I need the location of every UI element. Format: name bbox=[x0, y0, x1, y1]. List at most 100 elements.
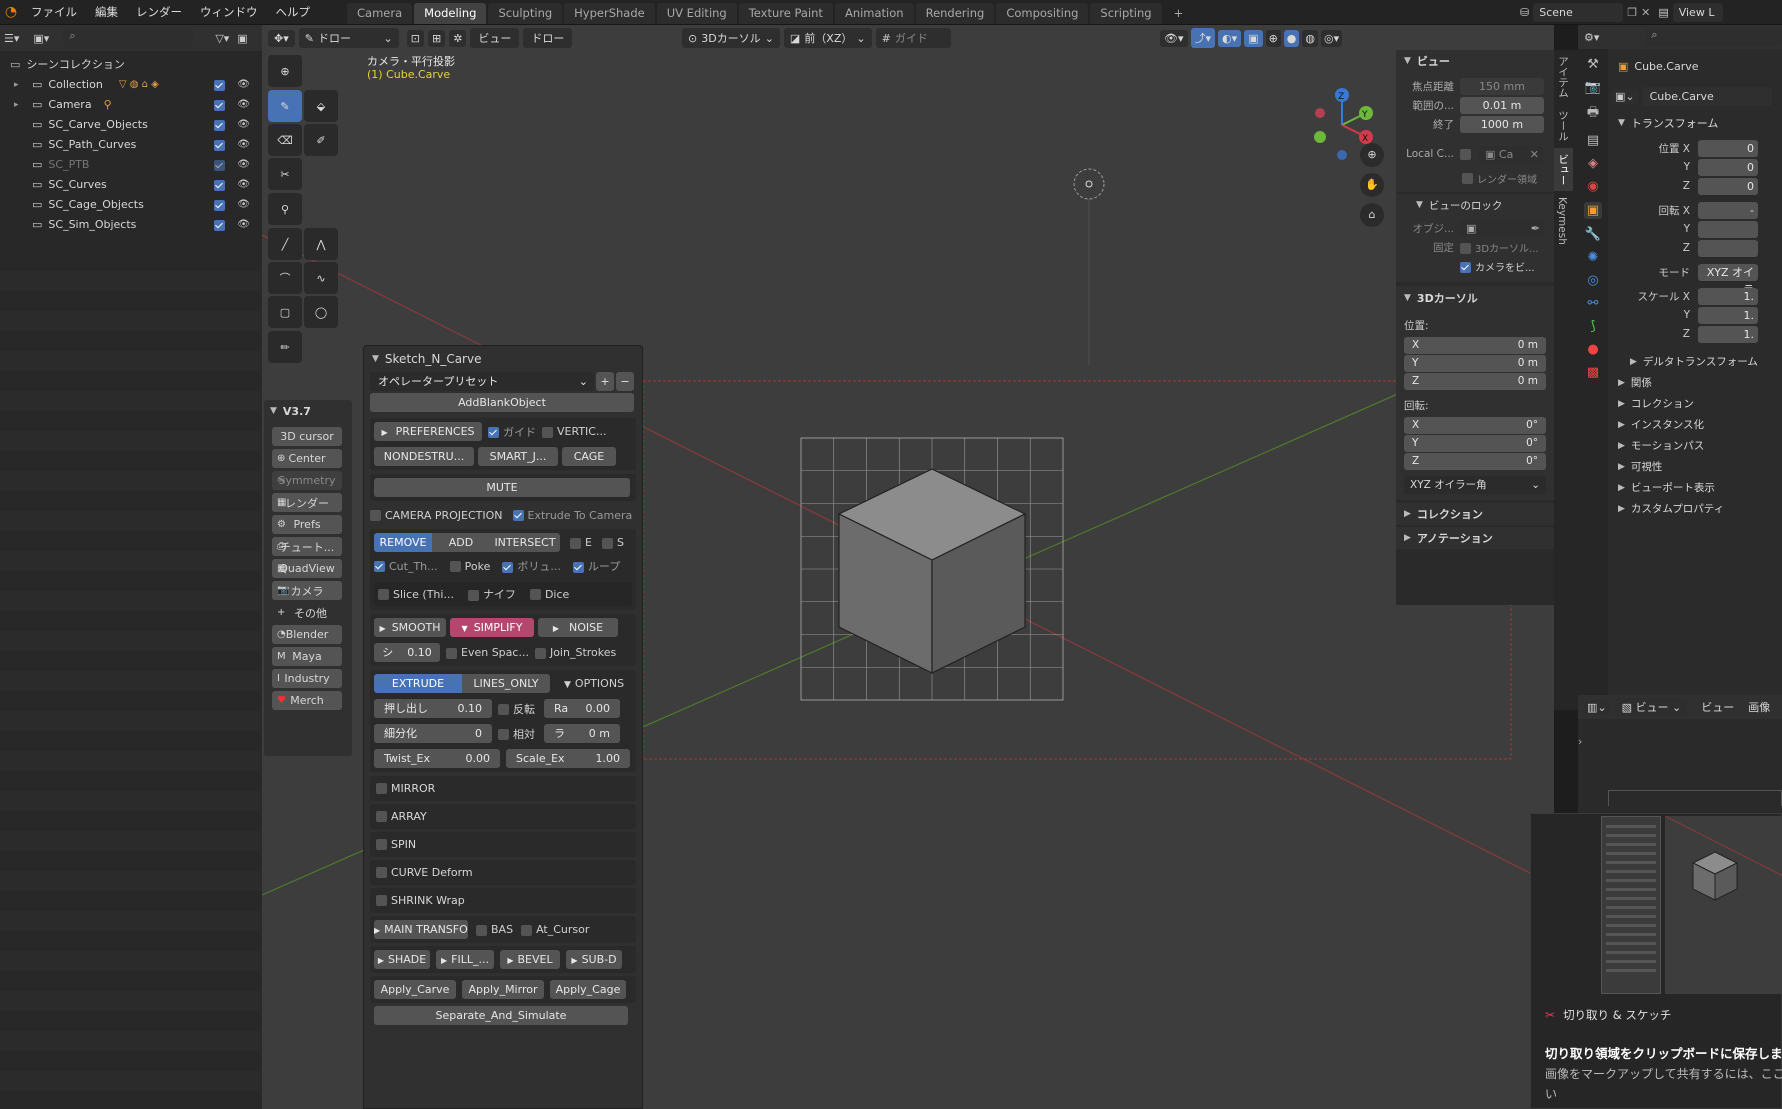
image-view-menu[interactable]: ビュー bbox=[1701, 699, 1734, 715]
cursor-loc-y-field[interactable]: Y0 m bbox=[1404, 355, 1546, 372]
render-tab-icon[interactable]: 📷 bbox=[1585, 80, 1601, 95]
cutter-tool-icon[interactable]: ✂ bbox=[268, 158, 302, 190]
sidebar-button-0[interactable]: 3D cursor bbox=[272, 427, 342, 446]
transform-value-field[interactable]: 1. bbox=[1698, 306, 1758, 324]
object-tab-icon[interactable]: ▣ bbox=[1583, 202, 1603, 219]
sidebar-button-5[interactable]: ⎙ チュート... bbox=[272, 537, 342, 556]
npanel-tab-3[interactable]: Keymesh bbox=[1554, 191, 1570, 251]
preset-remove-button[interactable]: − bbox=[616, 372, 634, 391]
cursor-rot-z-field[interactable]: Z 0° bbox=[1404, 453, 1546, 470]
exclude-checkbox[interactable] bbox=[214, 179, 226, 191]
curve-deform-section[interactable]: CURVE Deform bbox=[370, 860, 636, 885]
eye-icon[interactable]: 👁 bbox=[237, 115, 250, 135]
outliner-item[interactable]: ▭ SC_Sim_Objects 👁 bbox=[0, 215, 262, 235]
transform-value-field[interactable] bbox=[1698, 239, 1758, 257]
transform-value-field[interactable]: 1. bbox=[1698, 325, 1758, 343]
gear-icon[interactable]: ✲ bbox=[449, 29, 467, 47]
twist-ex-field[interactable]: Twist_Ex 0.00 bbox=[374, 749, 500, 768]
npanel-tab-1[interactable]: ツール bbox=[1554, 104, 1573, 148]
focal-length-field[interactable]: 150 mm bbox=[1460, 77, 1544, 95]
visibility-icon[interactable]: 👁▾ bbox=[1160, 29, 1188, 47]
bevel-button[interactable]: ▶ BEVEL bbox=[500, 950, 560, 969]
tint-tool-icon[interactable]: ✐ bbox=[304, 124, 338, 156]
view-layer-tab-icon[interactable]: ▤ bbox=[1587, 133, 1599, 148]
camera-projection-checkbox[interactable]: CAMERA PROJECTION bbox=[370, 509, 503, 522]
add-mode-button[interactable]: ADD bbox=[432, 533, 490, 552]
even-spacing-checkbox[interactable]: Even Spac... bbox=[446, 646, 529, 659]
transform-value-field[interactable]: - bbox=[1698, 201, 1758, 219]
subpanel-header[interactable]: ▶ カスタムプロパティ bbox=[1612, 498, 1782, 519]
bas-checkbox[interactable]: BAS bbox=[476, 923, 513, 936]
solid-shading-icon[interactable]: ● bbox=[1283, 29, 1300, 47]
lock-object-field[interactable]: ▣ ✒ bbox=[1460, 219, 1544, 237]
npanel-tab-0[interactable]: アイテム bbox=[1554, 50, 1573, 104]
render-region-checkbox[interactable]: レンダー領域 bbox=[1477, 171, 1537, 186]
modifier-tab-icon[interactable]: 🔧 bbox=[1585, 227, 1601, 242]
annotation-section-header[interactable]: ▶ アノテーション bbox=[1396, 527, 1554, 549]
filter-icon[interactable]: ▽▾ bbox=[215, 32, 229, 45]
nondestructive-button[interactable]: NONDESTRU... bbox=[374, 447, 474, 466]
object-selector-icon[interactable]: ▣⌄ bbox=[1612, 88, 1638, 104]
tab-scripting[interactable]: Scripting bbox=[1090, 2, 1162, 24]
select-icon-2[interactable]: ⊞ bbox=[427, 29, 446, 47]
sidebar-button-3[interactable]: ▦ レンダー bbox=[272, 493, 342, 512]
outliner-item[interactable]: ▭ SC_Curves 👁 bbox=[0, 175, 262, 195]
editor-type-icon[interactable]: ▥⌄ bbox=[1584, 699, 1610, 715]
noise-button[interactable]: ▶ NOISE bbox=[538, 618, 618, 637]
transform-value-field[interactable]: 1. bbox=[1698, 287, 1758, 305]
hand-pan-icon[interactable]: ✋ bbox=[1360, 173, 1384, 197]
array-section[interactable]: ARRAY bbox=[370, 804, 636, 829]
snip-sketch-notification[interactable]: ✂ 切り取り & スケッチ 切り取り領域をクリップボードに保存しました 画像をマ… bbox=[1530, 813, 1782, 1109]
remove-mode-button[interactable]: REMOVE bbox=[374, 533, 432, 552]
tab-camera[interactable]: Camera bbox=[347, 2, 413, 24]
image-menu[interactable]: 画像 bbox=[1748, 699, 1770, 715]
lock-3d-cursor-checkbox[interactable]: 3Dカーソル... bbox=[1460, 240, 1539, 255]
sidebar-button-4[interactable]: ⚙ Prefs bbox=[272, 515, 342, 534]
exclude-checkbox[interactable] bbox=[214, 139, 226, 151]
polyline-tool-icon[interactable]: ⋀ bbox=[304, 228, 338, 260]
main-transform-button[interactable]: ▶MAIN TRANSFORM bbox=[374, 920, 468, 939]
physics-tab-icon[interactable]: ◎ bbox=[1587, 273, 1598, 288]
object-name[interactable]: Cube.Carve bbox=[1634, 60, 1698, 73]
subpanel-header[interactable]: ▶ インスタンス化 bbox=[1612, 414, 1782, 435]
collection-section-header[interactable]: ▶ コレクション bbox=[1396, 503, 1554, 525]
eye-icon[interactable]: 👁 bbox=[237, 75, 250, 95]
guide-selector[interactable]: # ガイド bbox=[875, 28, 951, 48]
cursor-tool-icon[interactable]: ⊕ bbox=[268, 55, 302, 87]
clip-start-field[interactable]: 0.01 m bbox=[1460, 96, 1544, 114]
world-tab-icon[interactable]: ◉ bbox=[1587, 179, 1598, 194]
sidebar-button-8[interactable]: + その他 bbox=[272, 603, 342, 622]
extrude-to-camera-checkbox[interactable]: Extrude To Camera bbox=[512, 509, 632, 522]
eye-icon[interactable]: 👁 bbox=[237, 175, 250, 195]
mute-button[interactable]: MUTE bbox=[374, 478, 630, 497]
overlay-icon[interactable]: ◐▾ bbox=[1218, 29, 1242, 47]
eye-icon[interactable]: 👁 bbox=[237, 95, 250, 115]
erase-tool-icon[interactable]: ⌫ bbox=[268, 124, 302, 156]
add-blank-object-button[interactable]: AddBlankObject bbox=[370, 393, 634, 412]
menu-file[interactable]: ファイル bbox=[22, 0, 86, 25]
ra-field[interactable]: Ra 0.00 bbox=[544, 699, 620, 718]
outliner-item[interactable]: ▭ SC_PTB 👁 bbox=[0, 155, 262, 175]
smooth-button[interactable]: ▶ SMOOTH bbox=[374, 618, 446, 637]
extrude-depth-field[interactable]: 押し出し 0.10 bbox=[374, 699, 492, 718]
at-cursor-checkbox[interactable]: At_Cursor bbox=[521, 923, 589, 936]
tab-texture-paint[interactable]: Texture Paint bbox=[738, 2, 833, 24]
wireframe-shading-icon[interactable]: ⊕ bbox=[1265, 29, 1281, 47]
select-box-icon[interactable]: ⊡ bbox=[406, 29, 424, 47]
transform-value-field[interactable]: 0 bbox=[1698, 158, 1758, 176]
particles-tab-icon[interactable]: ✺ bbox=[1588, 250, 1599, 265]
exclude-checkbox[interactable] bbox=[214, 79, 226, 91]
rotation-mode-select[interactable]: XYZ オイラー角 ⌄ bbox=[1404, 476, 1546, 494]
subpanel-header[interactable]: ▶ コレクション bbox=[1612, 393, 1782, 414]
simplify-value-field[interactable]: シ 0.10 bbox=[374, 643, 440, 662]
output-tab-icon[interactable]: 🖶 bbox=[1587, 103, 1599, 125]
poke-checkbox[interactable]: Poke bbox=[449, 560, 490, 573]
sidebar-button-1[interactable]: ⊕ Center bbox=[272, 449, 342, 468]
tool-tab-icon[interactable]: ⚒ bbox=[1587, 57, 1599, 72]
image-view-selector[interactable]: ▧ ビュー ⌄ bbox=[1615, 698, 1688, 716]
apply-carve-button[interactable]: Apply_Carve bbox=[374, 980, 456, 999]
exclude-checkbox[interactable] bbox=[214, 219, 226, 231]
exclude-checkbox[interactable] bbox=[214, 119, 226, 131]
eye-icon[interactable]: 👁 bbox=[237, 195, 250, 215]
3d-cursor-header[interactable]: ▼ 3Dカーソル bbox=[1396, 286, 1554, 310]
